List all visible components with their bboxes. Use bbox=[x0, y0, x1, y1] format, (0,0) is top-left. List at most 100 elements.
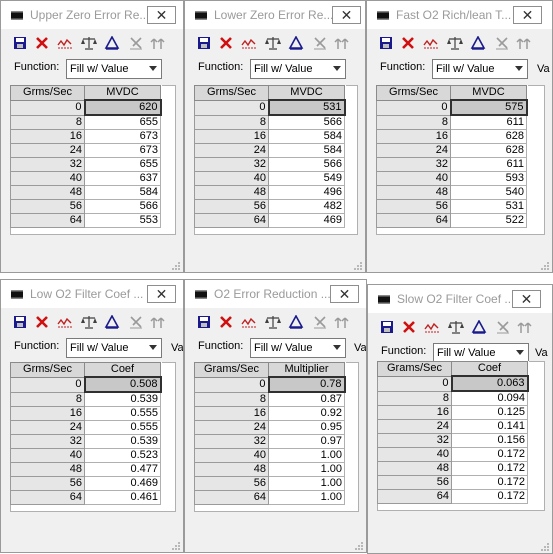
value-cell[interactable]: 0.172 bbox=[451, 447, 528, 462]
interpolate-icon[interactable] bbox=[127, 33, 145, 53]
close-button[interactable]: ✕ bbox=[147, 285, 176, 303]
save-icon[interactable] bbox=[195, 33, 213, 53]
resize-grip-icon[interactable] bbox=[172, 261, 180, 270]
value-cell[interactable]: 575 bbox=[449, 99, 528, 116]
row-header[interactable]: 48 bbox=[194, 185, 269, 200]
value-cell[interactable]: 531 bbox=[450, 199, 527, 214]
row-header[interactable]: 40 bbox=[194, 448, 269, 463]
column-header[interactable]: Grms/Sec bbox=[194, 85, 269, 101]
triangle-icon[interactable] bbox=[287, 33, 305, 53]
value-cell[interactable]: 566 bbox=[268, 157, 345, 172]
row-header[interactable]: 0 bbox=[10, 99, 85, 116]
title-bar[interactable]: Lower Zero Error Re... ✕ bbox=[185, 1, 365, 29]
resize-grip-icon[interactable] bbox=[541, 261, 549, 270]
column-header[interactable]: MVDC bbox=[84, 85, 161, 101]
row-header[interactable]: 40 bbox=[194, 171, 269, 186]
column-header[interactable]: Multiplier bbox=[268, 362, 345, 378]
row-header[interactable]: 64 bbox=[10, 213, 85, 228]
value-cell[interactable]: 1.00 bbox=[268, 476, 345, 491]
value-cell[interactable]: 553 bbox=[84, 213, 161, 228]
value-cell[interactable]: 0.555 bbox=[84, 420, 161, 435]
title-bar[interactable]: Low O2 Filter Coef ... ✕ bbox=[1, 280, 183, 308]
row-header[interactable]: 48 bbox=[194, 462, 269, 477]
row-header[interactable]: 32 bbox=[377, 433, 452, 448]
close-button[interactable]: ✕ bbox=[332, 6, 361, 24]
scale-icon[interactable] bbox=[80, 33, 98, 53]
value-cell[interactable]: 0.125 bbox=[451, 405, 528, 420]
smooth-icon[interactable] bbox=[149, 312, 167, 332]
row-header[interactable]: 64 bbox=[377, 489, 452, 504]
column-header[interactable]: Grams/Sec bbox=[194, 362, 269, 378]
row-header[interactable]: 24 bbox=[194, 143, 269, 158]
row-header[interactable]: 8 bbox=[194, 391, 269, 407]
value-cell[interactable]: 496 bbox=[268, 185, 345, 200]
row-header[interactable]: 32 bbox=[10, 157, 85, 172]
value-cell[interactable]: 0.555 bbox=[84, 406, 161, 421]
value-cell[interactable]: 0.172 bbox=[451, 475, 528, 490]
smooth-icon[interactable] bbox=[333, 33, 351, 53]
row-header[interactable]: 24 bbox=[194, 420, 269, 435]
function-select[interactable]: Fill w/ Value bbox=[250, 338, 346, 358]
value-cell[interactable]: 0.461 bbox=[84, 490, 161, 505]
graph-icon[interactable] bbox=[240, 33, 258, 53]
interpolate-icon[interactable] bbox=[311, 33, 329, 53]
resize-grip-icon[interactable] bbox=[355, 541, 363, 550]
resize-grip-icon[interactable] bbox=[541, 542, 549, 551]
row-header[interactable]: 32 bbox=[376, 157, 451, 172]
row-header[interactable]: 40 bbox=[377, 447, 452, 462]
scale-icon[interactable] bbox=[447, 317, 465, 337]
value-cell[interactable]: 584 bbox=[84, 185, 161, 200]
column-header[interactable]: Coef bbox=[451, 361, 528, 377]
row-header[interactable]: 56 bbox=[10, 476, 85, 491]
row-header[interactable]: 48 bbox=[10, 185, 85, 200]
delete-icon[interactable] bbox=[217, 33, 235, 53]
value-cell[interactable]: 0.97 bbox=[268, 434, 345, 449]
value-cell[interactable]: 0.172 bbox=[451, 461, 528, 476]
column-header[interactable]: Grms/Sec bbox=[10, 362, 85, 378]
row-header[interactable]: 40 bbox=[10, 171, 85, 186]
value-cell[interactable]: 593 bbox=[450, 171, 527, 186]
save-icon[interactable] bbox=[195, 312, 213, 332]
close-button[interactable]: ✕ bbox=[513, 6, 542, 24]
function-select[interactable]: Fill w/ Value bbox=[433, 343, 529, 363]
value-cell[interactable]: 620 bbox=[83, 99, 162, 116]
smooth-icon[interactable] bbox=[333, 312, 351, 332]
title-bar[interactable]: Upper Zero Error Re... ✕ bbox=[1, 1, 183, 29]
smooth-icon[interactable] bbox=[149, 33, 167, 53]
row-header[interactable]: 64 bbox=[194, 213, 269, 228]
row-header[interactable]: 16 bbox=[377, 405, 452, 420]
value-cell[interactable]: 0.094 bbox=[451, 390, 528, 406]
row-header[interactable]: 24 bbox=[10, 420, 85, 435]
value-cell[interactable]: 522 bbox=[450, 213, 527, 228]
graph-icon[interactable] bbox=[56, 312, 74, 332]
triangle-icon[interactable] bbox=[469, 33, 487, 53]
column-header[interactable]: MVDC bbox=[268, 85, 345, 101]
value-cell[interactable]: 1.00 bbox=[268, 462, 345, 477]
graph-icon[interactable] bbox=[56, 33, 74, 53]
row-header[interactable]: 24 bbox=[377, 419, 452, 434]
row-header[interactable]: 0 bbox=[376, 99, 451, 116]
scale-icon[interactable] bbox=[446, 33, 464, 53]
row-header[interactable]: 0 bbox=[10, 376, 85, 393]
value-cell[interactable]: 0.95 bbox=[268, 420, 345, 435]
row-header[interactable]: 8 bbox=[10, 114, 85, 130]
close-button[interactable]: ✕ bbox=[512, 290, 541, 308]
value-cell[interactable]: 673 bbox=[84, 143, 161, 158]
row-header[interactable]: 24 bbox=[376, 143, 451, 158]
graph-icon[interactable] bbox=[240, 312, 258, 332]
interpolate-icon[interactable] bbox=[493, 33, 511, 53]
row-header[interactable]: 40 bbox=[10, 448, 85, 463]
title-bar[interactable]: O2 Error Reduction ... ✕ bbox=[185, 280, 366, 308]
row-header[interactable]: 16 bbox=[10, 406, 85, 421]
value-cell[interactable]: 0.92 bbox=[268, 406, 345, 421]
save-icon[interactable] bbox=[378, 317, 396, 337]
row-header[interactable]: 64 bbox=[194, 490, 269, 505]
row-header[interactable]: 56 bbox=[194, 199, 269, 214]
value-cell[interactable]: 469 bbox=[268, 213, 345, 228]
value-cell[interactable]: 0.477 bbox=[84, 462, 161, 477]
value-cell[interactable]: 540 bbox=[450, 185, 527, 200]
scale-icon[interactable] bbox=[80, 312, 98, 332]
value-cell[interactable]: 655 bbox=[84, 157, 161, 172]
row-header[interactable]: 32 bbox=[10, 434, 85, 449]
row-header[interactable]: 8 bbox=[377, 390, 452, 406]
